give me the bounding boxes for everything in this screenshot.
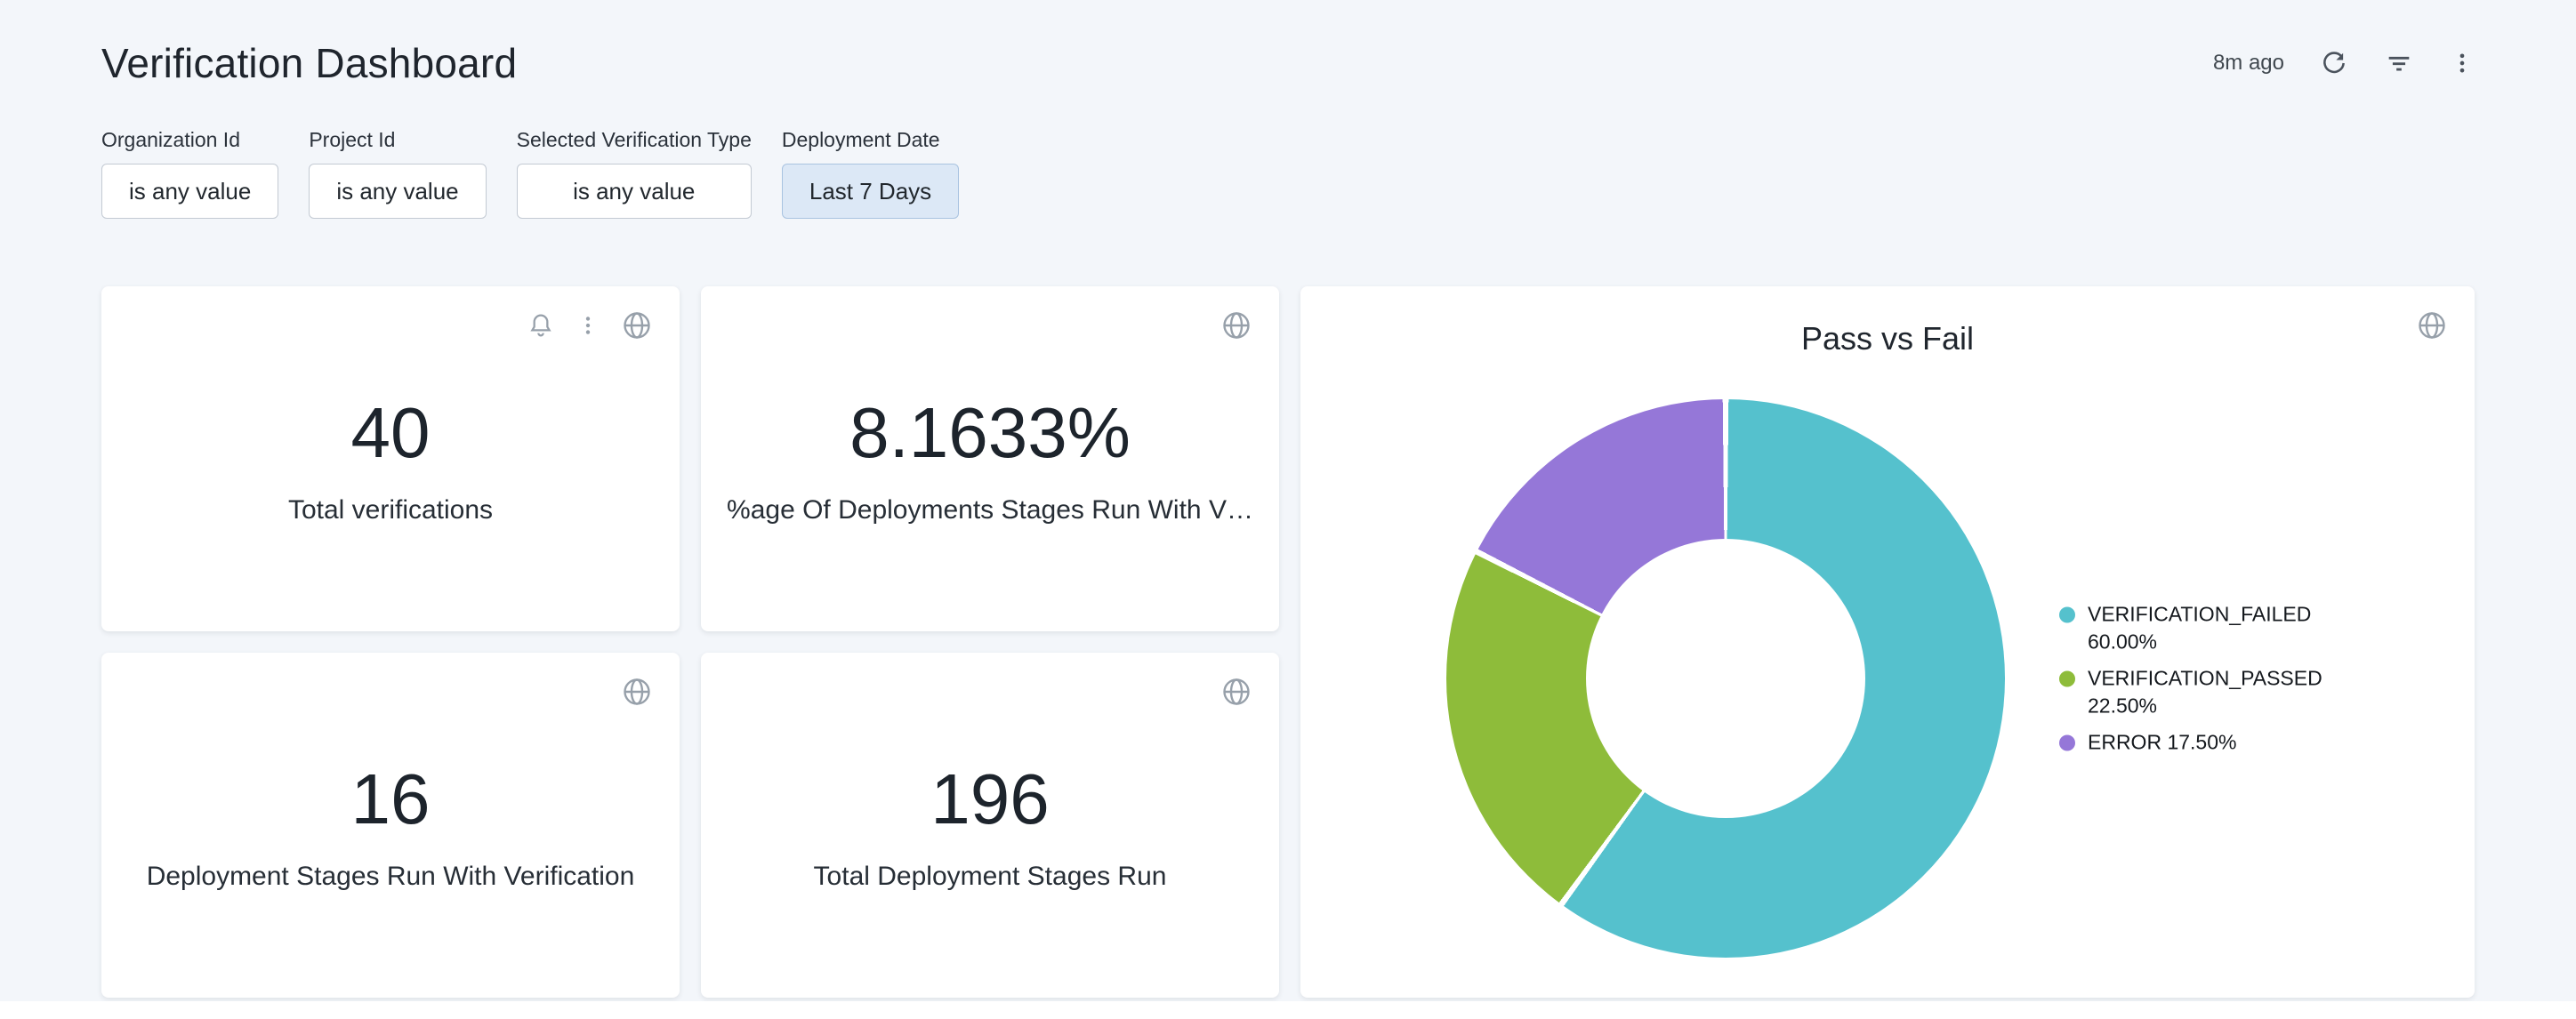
filter-label: Project Id <box>309 128 486 152</box>
legend-item-error: ERROR 17.50% <box>2059 729 2355 757</box>
dashboard-tiles: 40 Total verifications 8.1633% %age Of D… <box>101 286 2475 998</box>
filter-deployment-date: Deployment Date Last 7 Days <box>782 128 959 219</box>
legend-dot <box>2059 735 2075 751</box>
filter-label: Organization Id <box>101 128 278 152</box>
header: Verification Dashboard 8m ago <box>101 39 2475 87</box>
stat-value: 196 <box>930 758 1049 840</box>
tile-actions <box>621 676 653 708</box>
card-pass-vs-fail: Pass vs Fail VERIFICATION_FAILED 60.00% <box>1300 286 2475 998</box>
dashboard-page: Verification Dashboard 8m ago <box>0 0 2576 1019</box>
filter-selected-verification-type: Selected Verification Type is any value <box>517 128 752 219</box>
stat-value: 40 <box>351 392 431 474</box>
card-total-deployment-stages-run: 196 Total Deployment Stages Run <box>701 653 1279 998</box>
page-bottom-edge <box>0 1001 2576 1019</box>
legend-label: VERIFICATION_FAILED 60.00% <box>2088 601 2355 656</box>
globe-icon <box>621 676 653 708</box>
legend-item-verification-failed: VERIFICATION_FAILED 60.00% <box>2059 601 2355 656</box>
filter-selected-verification-type-value[interactable]: is any value <box>517 164 752 219</box>
stat-grid: 40 Total verifications 8.1633% %age Of D… <box>101 286 1279 998</box>
header-actions: 8m ago <box>2213 48 2475 78</box>
stat-label: Deployment Stages Run With Verification <box>147 862 635 892</box>
kebab-menu-icon <box>2450 51 2475 76</box>
drill-globe-button[interactable] <box>1220 676 1252 708</box>
more-menu-button[interactable] <box>2450 51 2475 76</box>
card-total-verifications: 40 Total verifications <box>101 286 680 631</box>
tile-menu-button[interactable] <box>576 314 600 337</box>
tile-actions <box>1220 676 1252 708</box>
tile-actions <box>1220 309 1252 341</box>
filter-bar: Organization Id is any value Project Id … <box>101 128 2475 219</box>
filter-toggle-button[interactable] <box>2384 48 2414 78</box>
legend-dot <box>2059 607 2075 623</box>
drill-globe-button[interactable] <box>621 309 653 341</box>
filter-label: Selected Verification Type <box>517 128 752 152</box>
globe-icon <box>2416 309 2448 341</box>
bell-icon <box>527 311 555 340</box>
tile-actions <box>2416 309 2448 341</box>
refresh-icon <box>2320 49 2348 77</box>
legend-label: VERIFICATION_PASSED 22.50% <box>2088 665 2355 720</box>
donut-chart[interactable] <box>1446 399 2005 958</box>
chart-title: Pass vs Fail <box>1300 320 2475 357</box>
filter-icon <box>2384 48 2414 78</box>
stat-label: %age Of Deployments Stages Run With V… <box>727 495 1253 526</box>
alert-bell-button[interactable] <box>527 311 555 340</box>
stat-value: 8.1633% <box>849 392 1131 474</box>
filter-organization-id-value[interactable]: is any value <box>101 164 278 219</box>
filter-deployment-date-value[interactable]: Last 7 Days <box>782 164 959 219</box>
chart-legend: VERIFICATION_FAILED 60.00% VERIFICATION_… <box>2059 601 2355 757</box>
tile-actions <box>527 309 653 341</box>
filter-label: Deployment Date <box>782 128 959 152</box>
card-pct-stages-with-verification: 8.1633% %age Of Deployments Stages Run W… <box>701 286 1279 631</box>
drill-globe-button[interactable] <box>2416 309 2448 341</box>
card-stages-run-with-verification: 16 Deployment Stages Run With Verificati… <box>101 653 680 998</box>
filter-organization-id: Organization Id is any value <box>101 128 278 219</box>
legend-item-verification-passed: VERIFICATION_PASSED 22.50% <box>2059 665 2355 720</box>
globe-icon <box>1220 676 1252 708</box>
refresh-button[interactable] <box>2320 49 2348 77</box>
last-refresh-label: 8m ago <box>2213 51 2284 76</box>
globe-icon <box>1220 309 1252 341</box>
stat-label: Total Deployment Stages Run <box>814 862 1167 892</box>
drill-globe-button[interactable] <box>621 676 653 708</box>
stat-label: Total verifications <box>288 495 493 526</box>
legend-dot <box>2059 671 2075 687</box>
drill-globe-button[interactable] <box>1220 309 1252 341</box>
legend-label: ERROR 17.50% <box>2088 729 2236 757</box>
page-title: Verification Dashboard <box>101 39 517 87</box>
kebab-menu-icon <box>576 314 600 337</box>
filter-project-id-value[interactable]: is any value <box>309 164 486 219</box>
donut-hole <box>1586 539 1865 818</box>
stat-value: 16 <box>351 758 431 840</box>
filter-project-id: Project Id is any value <box>309 128 486 219</box>
globe-icon <box>621 309 653 341</box>
